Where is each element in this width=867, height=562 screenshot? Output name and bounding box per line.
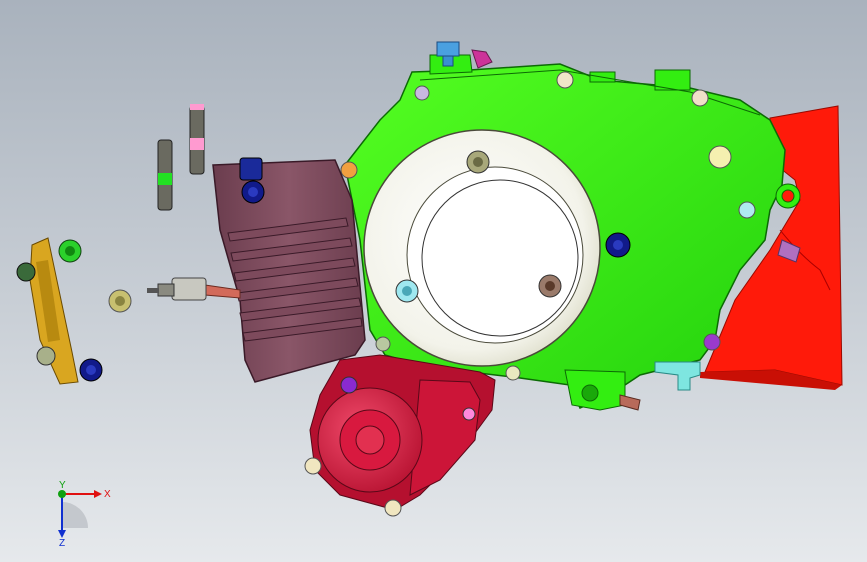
cover-bolt-top[interactable] — [466, 150, 490, 174]
z-axis-label: Z — [59, 538, 65, 548]
perimeter-bolt-6[interactable] — [703, 333, 721, 351]
cover-bolt-navy[interactable] — [605, 232, 631, 258]
starter-bolt-4[interactable] — [384, 499, 402, 517]
cad-viewport[interactable]: X Y Z — [0, 0, 867, 562]
spark-plug-washer[interactable] — [108, 289, 132, 313]
perimeter-bolt-8[interactable] — [375, 336, 391, 352]
y-axis-label: Y — [59, 480, 66, 491]
oil-filler-cap[interactable] — [708, 145, 732, 169]
cylinder-block[interactable] — [212, 157, 366, 383]
lower-fitting[interactable] — [619, 394, 641, 411]
cylinder-bolt[interactable] — [241, 180, 265, 204]
perimeter-bolt-4[interactable] — [340, 161, 358, 179]
starter-motor[interactable] — [309, 354, 496, 511]
stud-pink[interactable] — [189, 104, 205, 175]
starter-bolt-3[interactable] — [304, 457, 322, 475]
top-hose-fitting[interactable] — [471, 49, 493, 69]
perimeter-bolt-5[interactable] — [738, 201, 756, 219]
cover-bolt-brown[interactable] — [538, 274, 562, 298]
perimeter-bolt-7[interactable] — [505, 365, 521, 381]
starter-bolt-1[interactable] — [340, 376, 358, 394]
drain-pipe-fitting[interactable] — [654, 361, 701, 391]
x-axis-label: X — [104, 489, 111, 500]
y-axis-dot — [58, 490, 66, 498]
exhaust-nut-navy[interactable] — [79, 358, 103, 382]
engine-assembly-model[interactable] — [0, 0, 867, 562]
perimeter-bolt-3[interactable] — [414, 85, 430, 101]
spark-plug[interactable] — [147, 277, 241, 301]
cover-bolt-cyan[interactable] — [395, 279, 419, 303]
coordinate-triad: X Y Z — [58, 480, 111, 548]
exhaust-nut-green[interactable] — [58, 239, 82, 263]
stud-green[interactable] — [157, 139, 173, 211]
starter-bolt-2[interactable] — [462, 407, 476, 421]
perimeter-bolt-2[interactable] — [691, 89, 709, 107]
perimeter-bolt-1[interactable] — [556, 71, 574, 89]
